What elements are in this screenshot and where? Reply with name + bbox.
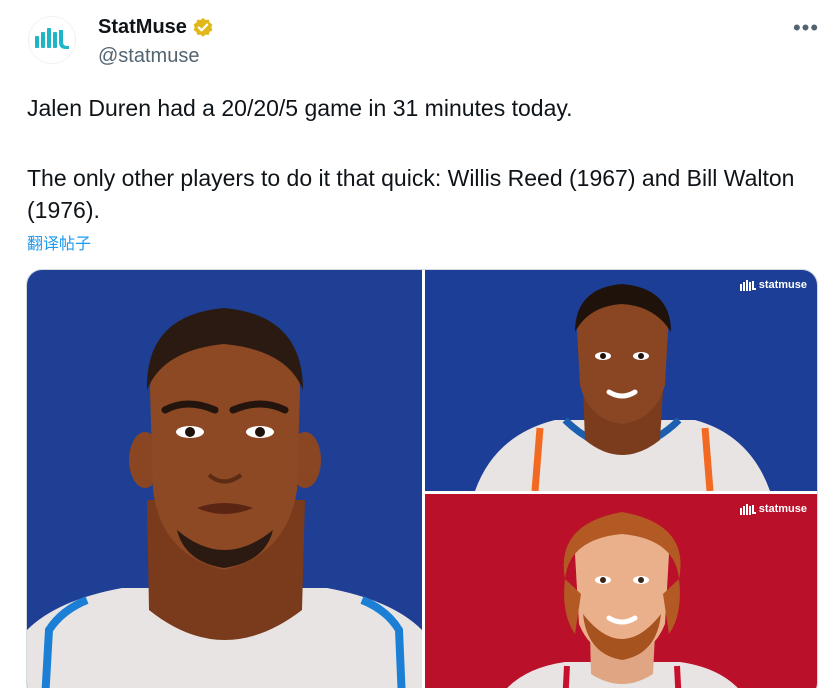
statmuse-watermark-icon bbox=[739, 279, 756, 291]
media-grid: statmuse statmuse bbox=[26, 269, 818, 688]
statmuse-watermark-icon bbox=[739, 503, 756, 515]
player-illustration-duren bbox=[27, 308, 422, 688]
media-image-bill-walton[interactable]: statmuse bbox=[425, 494, 817, 688]
statmuse-watermark-text: statmuse bbox=[758, 279, 807, 291]
more-options-icon[interactable]: ••• bbox=[790, 14, 822, 42]
player-illustration-walton bbox=[507, 512, 738, 688]
author-name[interactable]: StatMuse bbox=[98, 16, 214, 39]
author-avatar[interactable] bbox=[28, 16, 76, 64]
author-name-text[interactable]: StatMuse bbox=[98, 16, 187, 39]
media-image-willis-reed[interactable]: statmuse bbox=[425, 270, 817, 491]
author-handle[interactable]: @statmuse bbox=[98, 45, 199, 68]
media-image-main-player[interactable] bbox=[27, 270, 422, 688]
tweet-text: Jalen Duren had a 20/20/5 game in 31 min… bbox=[27, 92, 807, 226]
statmuse-logo-icon bbox=[35, 28, 69, 49]
statmuse-watermark-text: statmuse bbox=[758, 503, 807, 515]
translate-post-link[interactable]: 翻译帖子 bbox=[27, 230, 91, 254]
statmuse-watermark: statmuse bbox=[739, 279, 807, 291]
tweet-text-line-1: Jalen Duren had a 20/20/5 game in 31 min… bbox=[27, 95, 573, 121]
player-illustration-reed bbox=[475, 284, 770, 491]
statmuse-watermark: statmuse bbox=[739, 503, 807, 515]
verified-badge-icon[interactable] bbox=[192, 17, 214, 39]
tweet-text-line-2: The only other players to do it that qui… bbox=[27, 165, 795, 223]
